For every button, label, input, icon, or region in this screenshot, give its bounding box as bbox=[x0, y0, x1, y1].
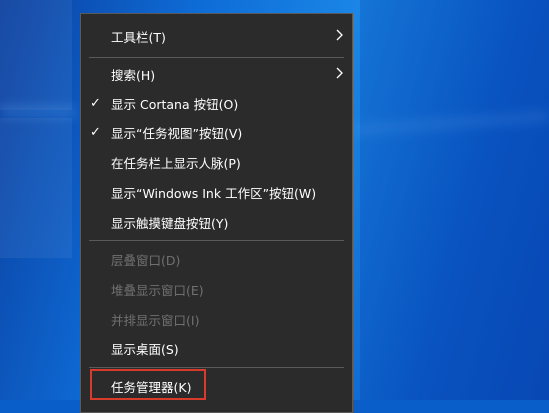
menu-separator bbox=[89, 57, 344, 58]
menu-item-cascade-windows: 层叠窗口(D) bbox=[81, 245, 352, 274]
menu-item-label: 显示 Cortana 按钮(O) bbox=[111, 97, 239, 112]
menu-item-show-windows-ink-button[interactable]: 显示“Windows Ink 工作区”按钮(W) bbox=[81, 178, 352, 207]
menu-item-label: 显示“Windows Ink 工作区”按钮(W) bbox=[111, 186, 317, 201]
menu-item-search[interactable]: 搜索(H) bbox=[81, 60, 352, 89]
menu-item-show-cortana-button[interactable]: ✓ 显示 Cortana 按钮(O) bbox=[81, 89, 352, 118]
taskbar-context-menu: 工具栏(T) 搜索(H) ✓ 显示 Cortana 按钮(O) ✓ 显示“任务视… bbox=[80, 13, 353, 413]
menu-item-label: 显示桌面(S) bbox=[111, 342, 179, 357]
checkmark-icon: ✓ bbox=[90, 96, 101, 111]
menu-item-label: 显示触摸键盘按钮(Y) bbox=[111, 216, 229, 231]
task-manager-highlight-box bbox=[90, 369, 206, 400]
wallpaper-pane bbox=[360, 0, 549, 400]
menu-item-side-by-side-windows: 并排显示窗口(I) bbox=[81, 305, 352, 334]
menu-separator bbox=[89, 367, 344, 368]
menu-item-toolbars[interactable]: 工具栏(T) bbox=[81, 22, 352, 51]
menu-item-label: 工具栏(T) bbox=[111, 30, 166, 45]
menu-separator bbox=[89, 240, 344, 241]
checkmark-icon: ✓ bbox=[90, 125, 101, 140]
chevron-right-icon bbox=[336, 67, 343, 79]
menu-item-show-desktop[interactable]: 显示桌面(S) bbox=[81, 334, 352, 363]
menu-item-label: 层叠窗口(D) bbox=[111, 253, 181, 268]
menu-item-label: 并排显示窗口(I) bbox=[111, 313, 200, 328]
wallpaper-pane bbox=[0, 118, 72, 258]
menu-item-label: 在任务栏上显示人脉(P) bbox=[111, 156, 241, 171]
menu-item-label: 显示“任务视图”按钮(V) bbox=[111, 126, 243, 141]
wallpaper-light-beam bbox=[0, 108, 75, 116]
menu-item-stack-windows: 堆叠显示窗口(E) bbox=[81, 275, 352, 304]
wallpaper-pane bbox=[0, 0, 72, 110]
menu-item-label: 堆叠显示窗口(E) bbox=[111, 283, 204, 298]
menu-item-show-people[interactable]: 在任务栏上显示人脉(P) bbox=[81, 148, 352, 177]
menu-item-show-task-view-button[interactable]: ✓ 显示“任务视图”按钮(V) bbox=[81, 118, 352, 147]
chevron-right-icon bbox=[336, 29, 343, 41]
menu-item-label: 搜索(H) bbox=[111, 68, 156, 83]
menu-item-show-touch-keyboard-button[interactable]: 显示触摸键盘按钮(Y) bbox=[81, 208, 352, 237]
